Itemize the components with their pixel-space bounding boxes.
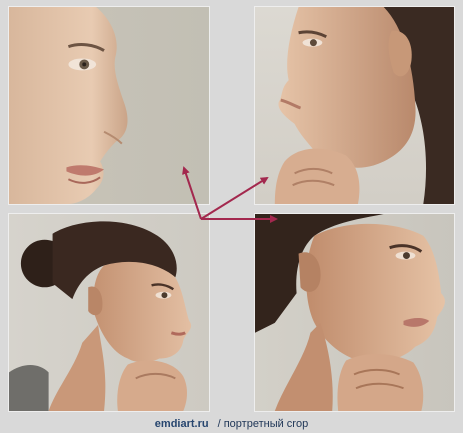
profile-with-hand-crop	[254, 6, 455, 205]
face-profile-icon	[9, 214, 209, 411]
caption: emdiart.ru / портретный crop	[0, 418, 463, 430]
face-profile-icon	[9, 7, 209, 204]
caption-separator: /	[217, 418, 221, 430]
site-link[interactable]: emdiart.ru	[155, 418, 209, 430]
wide-portrait-crop	[8, 213, 210, 412]
face-profile-icon	[255, 7, 454, 204]
medium-portrait-crop	[254, 213, 455, 412]
caption-label: портретный crop	[223, 418, 309, 430]
face-profile-icon	[255, 214, 454, 411]
tight-profile-crop	[8, 6, 210, 205]
